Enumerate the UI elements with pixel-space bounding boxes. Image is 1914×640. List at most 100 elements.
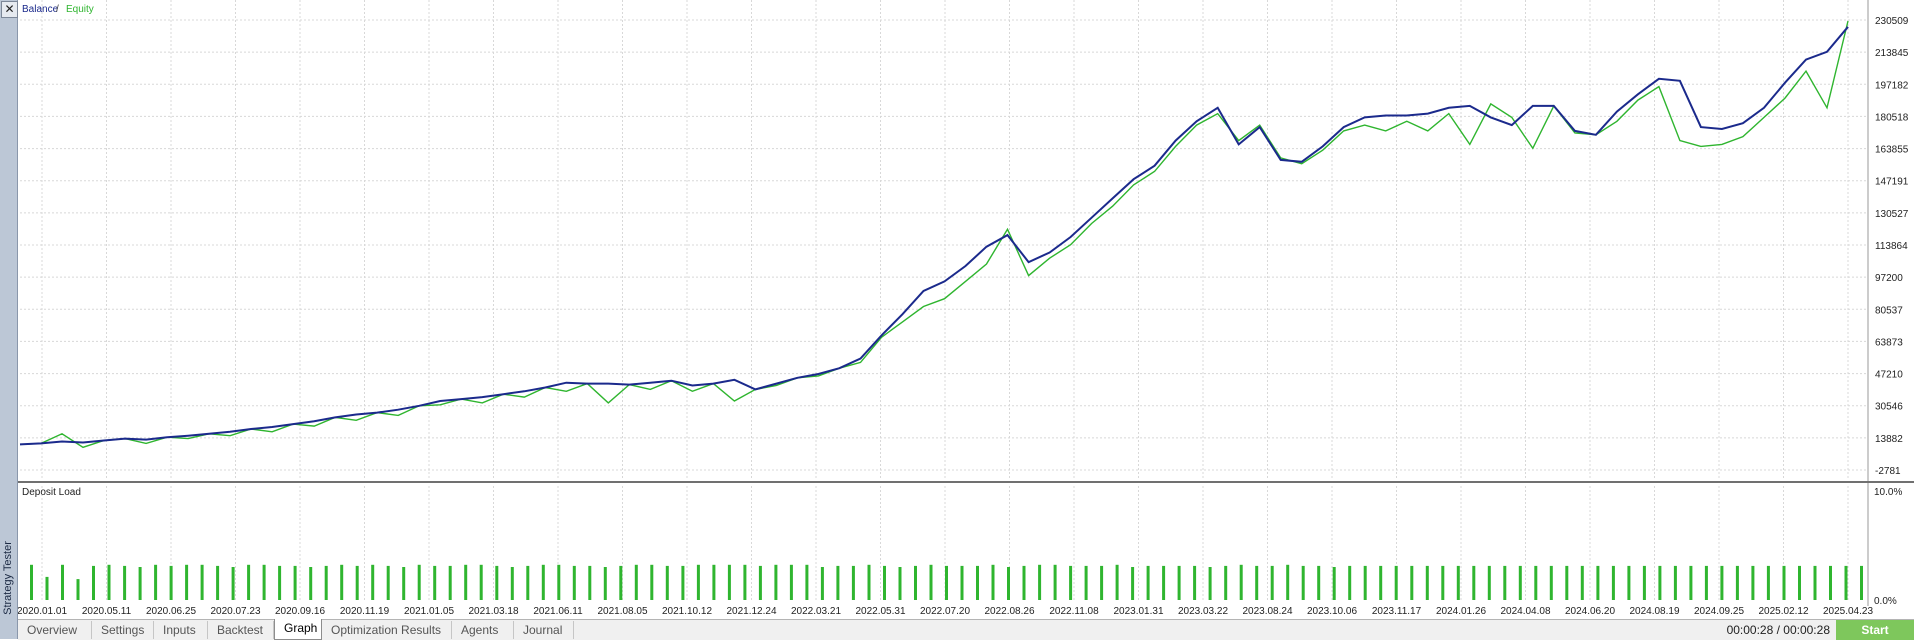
tab-settings[interactable]: Settings (92, 621, 154, 639)
deposit-load-bar (61, 564, 64, 600)
deposit-load-bar (1332, 567, 1336, 600)
tab-inputs[interactable]: Inputs (154, 621, 208, 639)
deposit-load-bar (727, 564, 731, 600)
deposit-load-bar (1162, 565, 1166, 600)
x-tick-label: 2023.03.22 (1178, 606, 1228, 617)
x-tick-label: 2021.06.11 (533, 606, 583, 617)
x-tick-label: 2021.03.18 (468, 606, 518, 617)
y-tick-label: 47210 (1875, 370, 1903, 381)
deposit-load-bar (1255, 565, 1259, 600)
grid (18, 0, 1914, 606)
x-tick-label: 2022.03.21 (791, 606, 841, 617)
deposit-load-bar (1007, 567, 1010, 600)
x-tick-label: 2024.01.26 (1436, 606, 1486, 617)
deposit-load-bar (1053, 564, 1057, 600)
deposit-load-bar (1131, 567, 1135, 600)
y-tick-label: 147191 (1875, 177, 1909, 188)
y-tick-label: 180518 (1875, 112, 1909, 123)
deposit-load-bar (45, 576, 49, 600)
deposit-load-bar (200, 564, 204, 600)
deposit-load-bar (1394, 565, 1398, 600)
deposit-load-bar (1518, 565, 1522, 600)
deposit-load-bar (1782, 565, 1786, 600)
deposit-load-bar (1487, 565, 1491, 600)
tab-graph[interactable]: Graph (274, 619, 322, 640)
deposit-load-bar (696, 564, 700, 600)
tab-backtest[interactable]: Backtest (208, 621, 274, 639)
deposit-load-bar (1270, 565, 1274, 600)
deposit-load-bar (510, 567, 514, 600)
x-tick-label: 2022.05.31 (855, 606, 905, 617)
deposit-load-bar (92, 565, 95, 600)
deposit-load-bar (1689, 565, 1693, 600)
y-tick-label: 197182 (1875, 80, 1909, 91)
deposit-load-bar (1844, 565, 1848, 600)
close-icon[interactable]: ✕ (1, 1, 18, 18)
x-tick-label: 2025.04.23 (1823, 606, 1873, 617)
deposit-load-bar (247, 564, 251, 600)
deposit-min-label: 0.0% (1874, 596, 1897, 607)
deposit-load-bar (479, 564, 483, 600)
deposit-load-bar (107, 564, 111, 600)
y-tick-label: 213845 (1875, 48, 1909, 59)
y-tick-label: 130527 (1875, 209, 1909, 220)
legend-separator: / (56, 4, 59, 15)
chart-svg: Balance / Equity Deposit Load 10.0% 0.0%… (18, 0, 1914, 617)
deposit-load-bar (1379, 565, 1383, 600)
deposit-load-bar (1565, 565, 1569, 600)
legend-equity: Equity (66, 4, 94, 15)
tab-overview[interactable]: Overview (18, 621, 92, 639)
x-tick-label: 2023.08.24 (1242, 606, 1292, 617)
x-tick-label: 2024.04.08 (1500, 606, 1550, 617)
deposit-load-bar (1410, 565, 1414, 600)
tab-optimization-results[interactable]: Optimization Results (322, 621, 452, 639)
deposit-load-bar (1441, 565, 1445, 600)
x-tick-label: 2021.12.24 (726, 606, 776, 617)
deposit-load-bar (681, 565, 685, 600)
series-line-equity (19, 20, 1849, 449)
deposit-load-bar (1239, 564, 1243, 600)
deposit-load-bar (76, 579, 80, 600)
x-tick-label: 2021.01.05 (404, 606, 454, 617)
y-tick-label: 113864 (1875, 241, 1908, 252)
deposit-load-bar (1425, 565, 1429, 600)
deposit-load-bar (805, 564, 809, 600)
deposit-load-bar (898, 567, 902, 600)
deposit-load-bar (1100, 565, 1104, 600)
deposit-load-bar (495, 565, 499, 600)
deposit-load-bar (1673, 565, 1677, 600)
y-tick-label: 97200 (1875, 273, 1903, 284)
start-button[interactable]: Start (1836, 620, 1914, 640)
tab-journal[interactable]: Journal (514, 621, 574, 639)
deposit-load-bar (386, 565, 390, 600)
deposit-load-bar (945, 565, 948, 600)
deposit-load-bar (1611, 565, 1615, 600)
deposit-load-bar (185, 564, 189, 600)
y-tick-label: 30546 (1875, 402, 1903, 413)
deposit-load-bar (1735, 565, 1739, 600)
deposit-load-bar (1115, 564, 1119, 600)
deposit-load-bar (914, 565, 917, 600)
deposit-load-bar (278, 565, 282, 600)
deposit-load-bar (1642, 565, 1646, 600)
x-tick-label: 2022.07.20 (920, 606, 970, 617)
deposit-load-bar (1193, 565, 1197, 600)
deposit-load-bar (743, 564, 747, 600)
deposit-load-bar (1286, 564, 1290, 600)
y-tick-label: 80537 (1875, 305, 1903, 316)
x-tick-label: 2021.10.12 (662, 606, 712, 617)
deposit-load-bar (1472, 565, 1476, 600)
deposit-load-bar (417, 564, 421, 600)
deposit-load-bar (433, 565, 437, 600)
x-tick-label: 2022.08.26 (984, 606, 1034, 617)
deposit-load-bar (1224, 565, 1228, 600)
legend-balance: Balance (22, 4, 59, 15)
deposit-load-bar (1177, 565, 1181, 600)
deposit-load-bar (355, 565, 359, 600)
deposit-load-bar (557, 564, 561, 600)
deposit-load-bar (1751, 565, 1755, 600)
deposit-load-bar (324, 565, 328, 600)
deposit-load-bar (154, 564, 158, 600)
deposit-load-bar (1363, 565, 1367, 600)
tab-agents[interactable]: Agents (452, 621, 514, 639)
